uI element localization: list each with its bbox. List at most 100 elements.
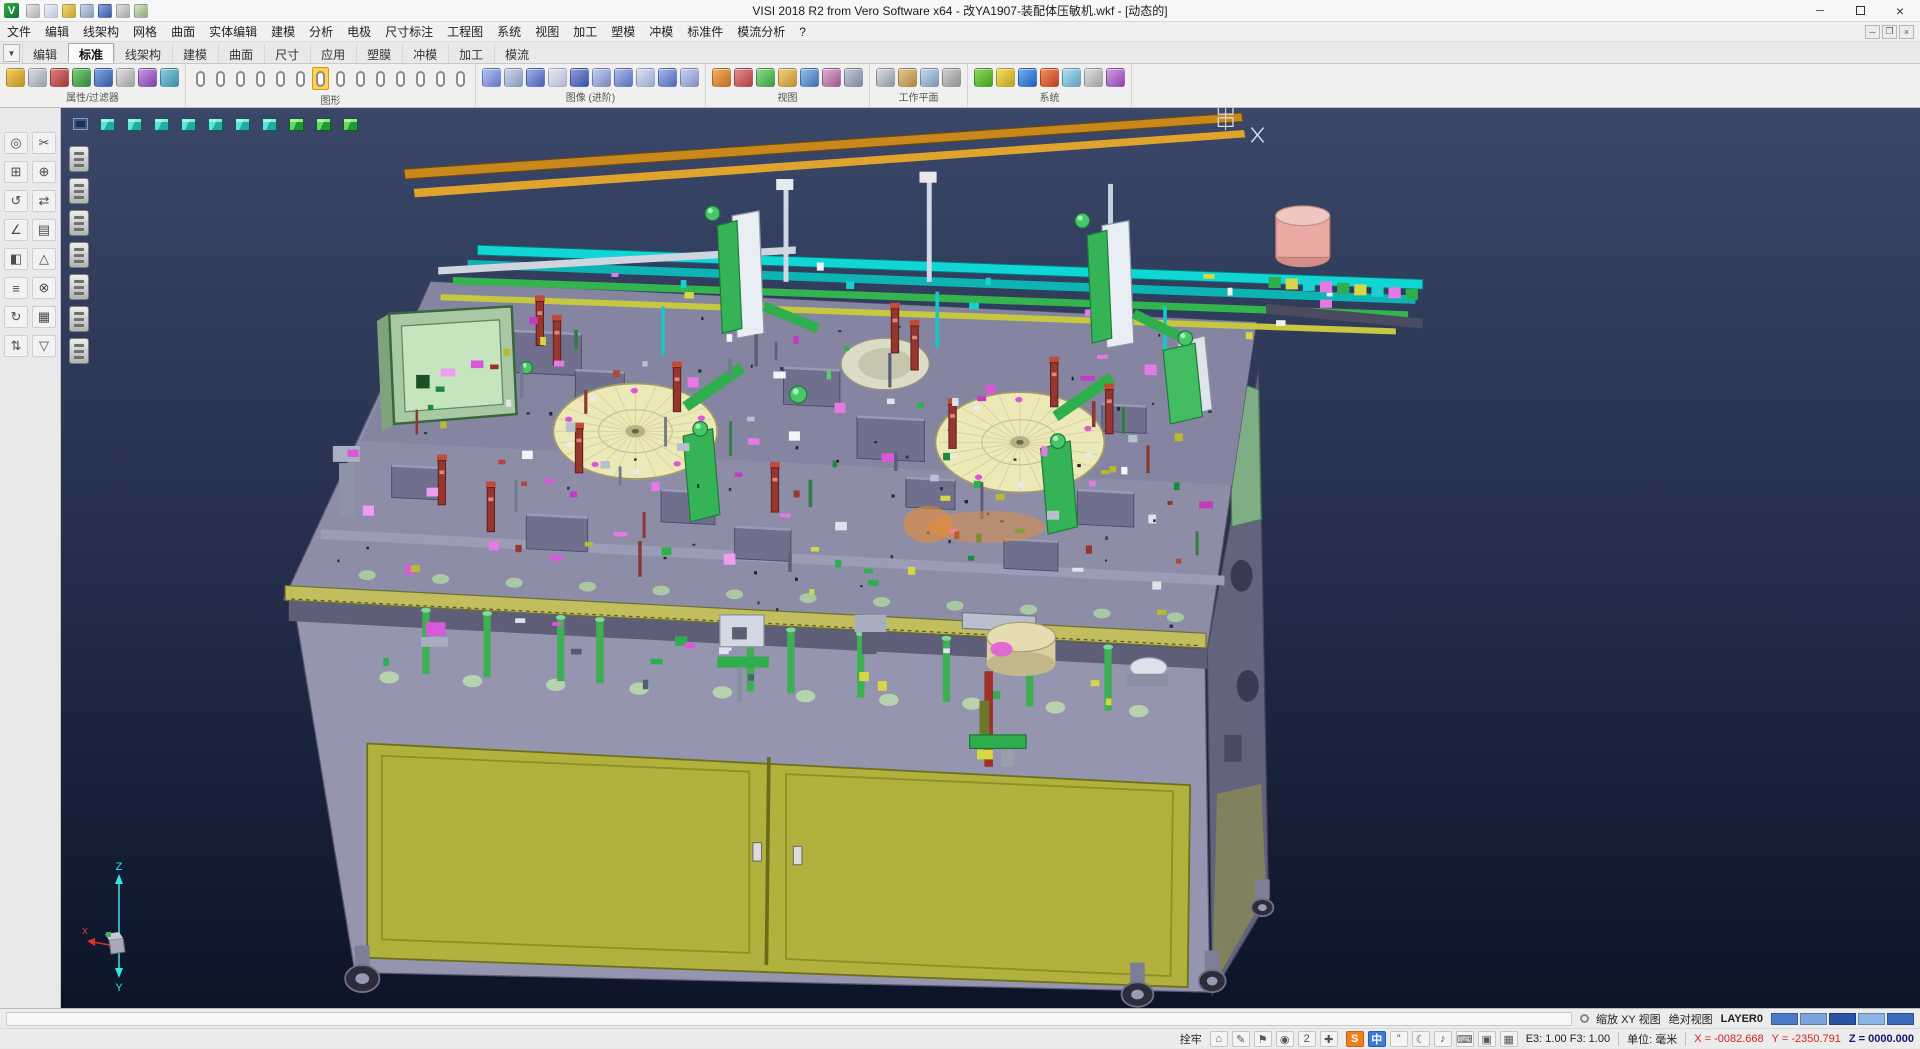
remove-circle-icon[interactable]: ⊗ [32, 277, 56, 299]
tab-尺寸[interactable]: 尺寸 [264, 43, 310, 63]
toolbar-icon[interactable] [1018, 68, 1037, 87]
punct-icon[interactable]: ” [1390, 1031, 1408, 1047]
toolbar-icon[interactable] [138, 68, 157, 87]
toolbar-icon[interactable] [252, 67, 269, 90]
lang-zh-icon[interactable]: 中 [1368, 1031, 1386, 1047]
toolbar-icon[interactable] [392, 67, 409, 90]
rows-icon[interactable]: ▤ [32, 219, 56, 241]
tab-曲面[interactable]: 曲面 [218, 43, 264, 63]
model-canvas[interactable] [61, 108, 1920, 1008]
mic-icon[interactable]: ♪ [1434, 1031, 1452, 1047]
tab-加工[interactable]: 加工 [448, 43, 494, 63]
sogou-icon[interactable]: S [1346, 1031, 1364, 1047]
moon-icon[interactable]: ☾ [1412, 1031, 1430, 1047]
toolbar-icon[interactable] [570, 68, 589, 87]
quick-access-icon-7[interactable] [134, 4, 148, 18]
toolbar-icon[interactable] [1106, 68, 1125, 87]
toolbar-icon[interactable] [72, 68, 91, 87]
toolbar-icon[interactable] [432, 67, 449, 90]
screen-view-icon[interactable] [69, 114, 92, 134]
menu-系统[interactable]: 系统 [490, 21, 528, 42]
cube-iso-back-icon[interactable] [285, 114, 308, 134]
menu-编辑[interactable]: 编辑 [38, 21, 76, 42]
menu-分析[interactable]: 分析 [302, 21, 340, 42]
menu-?[interactable]: ? [792, 23, 813, 41]
toolbar-icon[interactable] [504, 68, 523, 87]
tab-冲模[interactable]: 冲模 [402, 43, 448, 63]
menu-实体编辑[interactable]: 实体编辑 [202, 21, 264, 42]
menu-网格[interactable]: 网格 [126, 21, 164, 42]
toolbar-icon[interactable] [680, 68, 699, 87]
toolbar-icon[interactable] [1062, 68, 1081, 87]
toolbar-icon[interactable] [756, 68, 775, 87]
menu-文件[interactable]: 文件 [0, 21, 38, 42]
list-icon[interactable]: ≡ [4, 277, 28, 299]
quick-access-icon-4[interactable] [80, 4, 94, 18]
viewport-tool-2[interactable] [69, 178, 89, 204]
grid-plus-icon[interactable]: ⊞ [4, 161, 28, 183]
close-button[interactable]: × [1880, 0, 1920, 21]
menu-线架构[interactable]: 线架构 [76, 21, 126, 42]
toolbar-icon[interactable] [116, 68, 135, 87]
toolbar-icon[interactable] [232, 67, 249, 90]
mdi-close-button[interactable]: × [1899, 25, 1914, 39]
tab-塑膜[interactable]: 塑膜 [356, 43, 402, 63]
half-square-icon[interactable]: ◧ [4, 248, 28, 270]
toolbar-icon[interactable] [1084, 68, 1103, 87]
toolbar-icon[interactable] [272, 67, 289, 90]
scissors-icon[interactable]: ✂ [32, 132, 56, 154]
toolbar-icon[interactable] [192, 67, 209, 90]
toolbar-icon[interactable] [658, 68, 677, 87]
toolbar-icon[interactable] [312, 67, 329, 90]
triangle-down-icon[interactable]: ▽ [32, 335, 56, 357]
quick-access-icon-2[interactable] [44, 4, 58, 18]
tab-编辑[interactable]: 编辑 [22, 43, 68, 63]
viewport-tool-3[interactable] [69, 210, 89, 236]
plus-icon[interactable]: ✚ [1320, 1031, 1338, 1047]
toolbar-icon[interactable] [898, 68, 917, 87]
toolbar-icon[interactable] [734, 68, 753, 87]
toolbar-icon[interactable] [712, 68, 731, 87]
toolbar-icon[interactable] [1040, 68, 1059, 87]
tab-建模[interactable]: 建模 [172, 43, 218, 63]
snap-toggle[interactable]: 拴牢 [1180, 1031, 1202, 1047]
toolbar-icon[interactable] [614, 68, 633, 87]
model-viewport[interactable]: Z Y x [61, 108, 1920, 1008]
menu-塑模[interactable]: 塑模 [604, 21, 642, 42]
home-icon[interactable]: ⌂ [1210, 1031, 1228, 1047]
quick-access-icon-5[interactable] [98, 4, 112, 18]
minimize-button[interactable]: ─ [1800, 0, 1840, 21]
toolbar-icon[interactable] [920, 68, 939, 87]
grid-icon[interactable]: ▦ [1500, 1031, 1518, 1047]
cube-fit-icon[interactable] [312, 114, 335, 134]
toolbar-icon[interactable] [452, 67, 469, 90]
flag-icon[interactable]: ⚑ [1254, 1031, 1272, 1047]
cube-back-icon[interactable] [231, 114, 254, 134]
record-icon[interactable]: ◉ [1276, 1031, 1294, 1047]
cube-bottom-icon[interactable] [258, 114, 281, 134]
toolbar-icon[interactable] [94, 68, 113, 87]
current-layer[interactable]: LAYER0 [1721, 1013, 1763, 1025]
target-icon[interactable]: ◎ [4, 132, 28, 154]
toolbar-icon[interactable] [876, 68, 895, 87]
sort-icon[interactable]: ⇅ [4, 335, 28, 357]
toolbar-icon[interactable] [996, 68, 1015, 87]
menu-工程图[interactable]: 工程图 [440, 21, 490, 42]
viewport-tool-5[interactable] [69, 274, 89, 300]
cube-right-icon[interactable] [177, 114, 200, 134]
toolbar-icon[interactable] [160, 68, 179, 87]
toolbar-icon[interactable] [942, 68, 961, 87]
rotate-cw-icon[interactable]: ↻ [4, 306, 28, 328]
toolbar-icon[interactable] [636, 68, 655, 87]
mesh-icon[interactable]: ▦ [32, 306, 56, 328]
toolbar-icon[interactable] [800, 68, 819, 87]
view-mode-indicator[interactable]: 缩放 XY 视图 [1580, 1011, 1661, 1027]
toolbar-icon[interactable] [292, 67, 309, 90]
edit-icon[interactable]: ✎ [1232, 1031, 1250, 1047]
viewport-tool-4[interactable] [69, 242, 89, 268]
keyboard-icon[interactable]: ⌨ [1456, 1031, 1474, 1047]
cube-shaded-icon[interactable] [339, 114, 362, 134]
mdi-restore-button[interactable]: ❐ [1882, 25, 1897, 39]
toolbar-icon[interactable] [778, 68, 797, 87]
toolbar-icon[interactable] [412, 67, 429, 90]
